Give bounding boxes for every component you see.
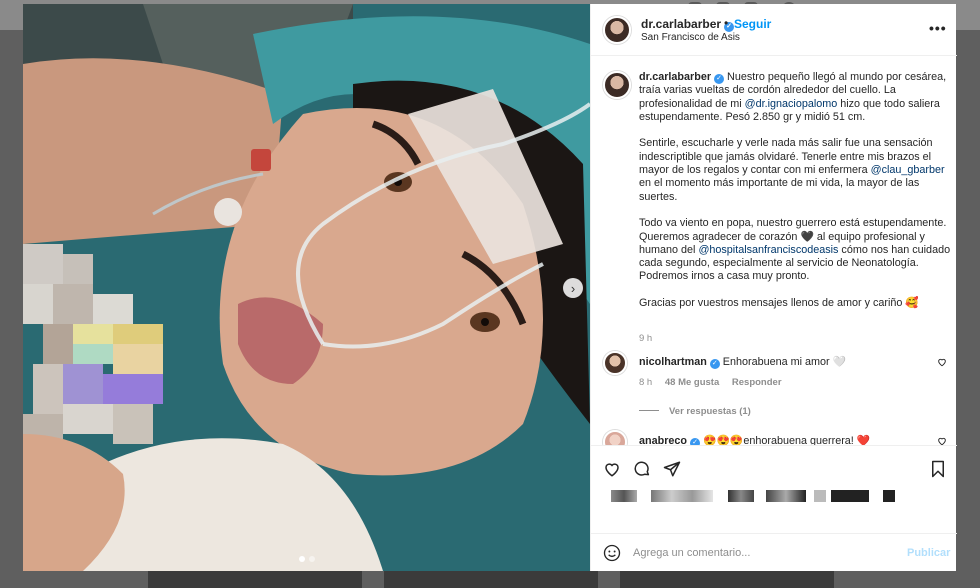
- caption-segment: en el momento más importante de mi vida,…: [639, 177, 920, 203]
- post-timestamp: 9 h: [639, 333, 653, 344]
- header-separator: •: [724, 16, 729, 30]
- mention-link[interactable]: @dr.ignaciopalomo: [745, 98, 838, 110]
- caption-segment: Gracias por vuestros mensajes llenos de …: [639, 297, 919, 310]
- carousel-dot: [299, 556, 305, 562]
- comment-text: anabreco ✓ 😍😍😍enhorabuena guerrera! ❤️: [639, 434, 870, 445]
- comment-likes[interactable]: 48 Me gusta: [665, 377, 719, 388]
- author-avatar[interactable]: [603, 16, 631, 44]
- caption-username[interactable]: dr.carlabarber: [639, 71, 711, 83]
- add-comment-bar: Publicar: [591, 533, 957, 571]
- commenter-avatar[interactable]: [603, 351, 627, 375]
- verified-icon: ✓: [709, 359, 720, 369]
- bookmark-icon[interactable]: [929, 460, 947, 478]
- comment-like-icon[interactable]: [937, 436, 947, 445]
- comment-body: Enhorabuena mi amor 🤍: [722, 356, 847, 368]
- comment-text: nicolhartman ✓ Enhorabuena mi amor 🤍: [639, 355, 846, 369]
- author-avatar[interactable]: [603, 71, 631, 99]
- author-username[interactable]: dr.carlabarber ✓: [641, 17, 735, 32]
- redacted-block: [651, 490, 713, 502]
- reply-button[interactable]: Responder: [732, 377, 782, 388]
- comment-like-icon[interactable]: [937, 357, 947, 367]
- comments-list[interactable]: dr.carlabarber ✓ Nuestro pequeño llegó al…: [591, 57, 957, 445]
- likes-summary-redacted: [611, 490, 941, 504]
- commenter-username[interactable]: anabreco: [639, 435, 687, 445]
- background-thumbnail: [384, 571, 598, 588]
- post-header: dr.carlabarber ✓ • Seguir San Francisco d…: [591, 4, 957, 56]
- redacted-block: [728, 490, 754, 502]
- redacted-block: [814, 490, 826, 502]
- chevron-right-icon: ›: [570, 280, 576, 296]
- post-photo: ›: [23, 4, 590, 571]
- comment-body: 😍😍😍enhorabuena guerrera! ❤️: [703, 435, 871, 445]
- send-icon[interactable]: [663, 460, 681, 478]
- replies-divider: [639, 410, 659, 411]
- commenter-avatar[interactable]: [603, 430, 627, 445]
- carousel-dots: [299, 556, 315, 562]
- commenter-username[interactable]: nicolhartman: [639, 356, 707, 368]
- background-thumbnail: [148, 571, 362, 588]
- comment-icon[interactable]: [633, 460, 651, 478]
- post-modal: › dr.carlabarber ✓ • Seguir San Francisco…: [23, 4, 957, 571]
- post-image: [23, 4, 590, 571]
- caption-text: dr.carlabarber ✓ Nuestro pequeño llegó al…: [639, 71, 951, 324]
- comment-time: 8 h: [639, 377, 653, 388]
- heart-icon[interactable]: [603, 460, 621, 478]
- redacted-block: [611, 490, 637, 502]
- redacted-block: [766, 490, 806, 502]
- emoji-icon[interactable]: [603, 544, 621, 562]
- background-thumbnail: [620, 571, 834, 588]
- redacted-block: [883, 490, 895, 502]
- mention-link[interactable]: @hospitalsanfrancisco​deasis: [698, 244, 838, 256]
- carousel-dot: [309, 556, 315, 562]
- more-options-icon[interactable]: •••: [929, 20, 947, 36]
- post-panel: dr.carlabarber ✓ • Seguir San Francisco d…: [590, 4, 957, 571]
- next-photo-button[interactable]: ›: [563, 278, 583, 298]
- verified-icon: ✓: [714, 74, 725, 84]
- redacted-block: [831, 490, 869, 502]
- publish-button[interactable]: Publicar: [907, 547, 950, 559]
- follow-button[interactable]: Seguir: [734, 17, 771, 31]
- post-actions: [591, 445, 957, 485]
- comment-input[interactable]: [633, 542, 893, 564]
- comment-meta: 8 h 48 Me gusta Responder: [639, 377, 792, 388]
- view-replies-label: Ver respuestas (1): [669, 406, 751, 417]
- post-location[interactable]: San Francisco de Asis: [641, 32, 740, 43]
- verified-icon: ✓: [690, 438, 701, 445]
- view-replies-button[interactable]: Ver respuestas (1): [639, 406, 751, 417]
- mention-link[interactable]: @clau_gbarber: [871, 164, 945, 176]
